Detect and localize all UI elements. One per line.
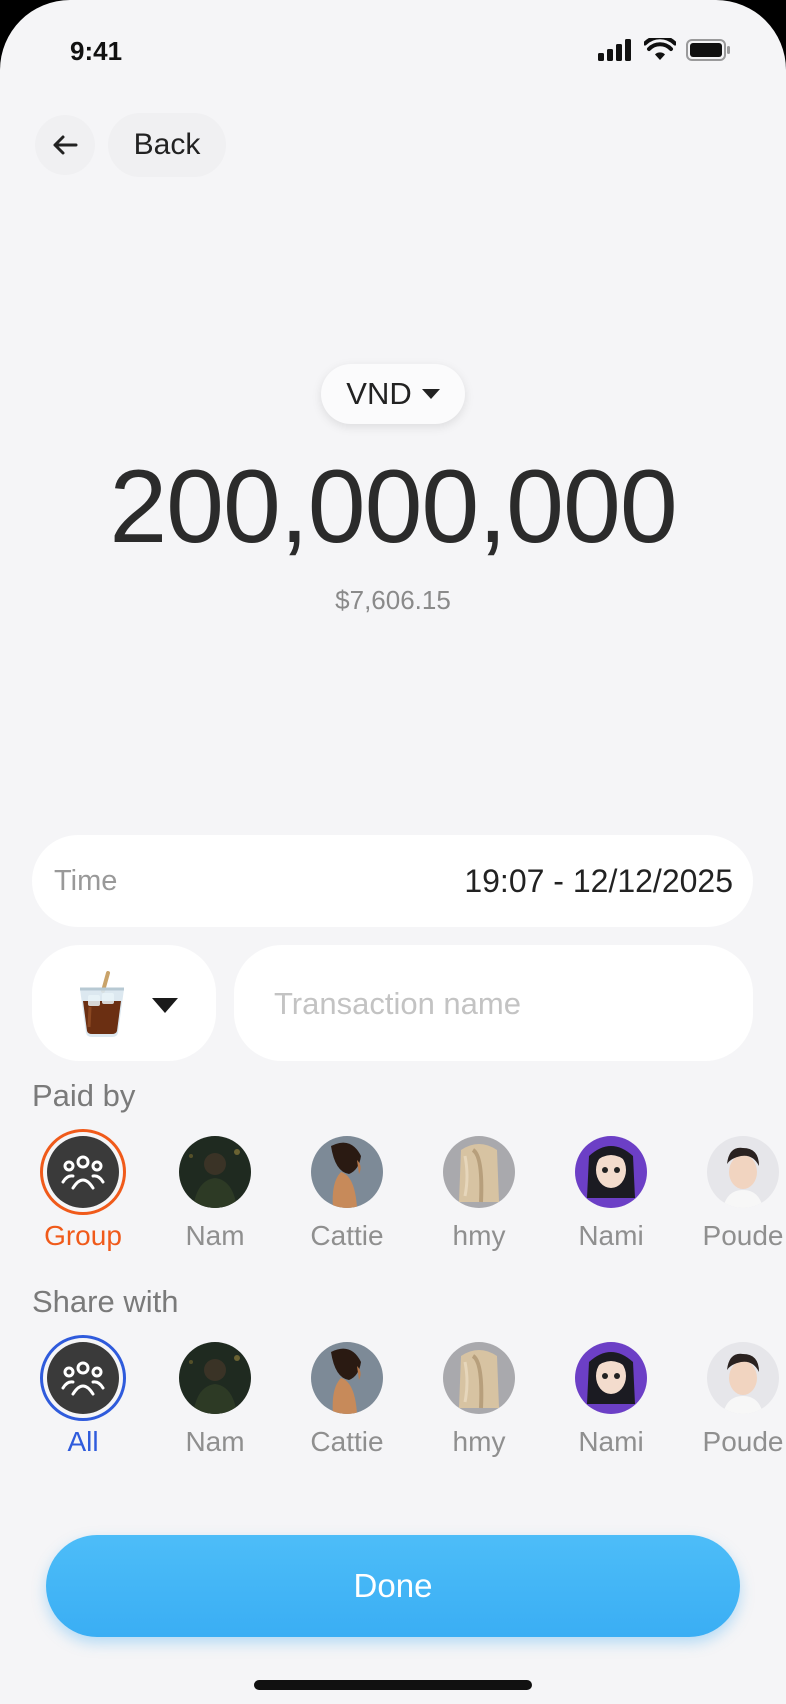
- status-time: 9:41: [70, 36, 123, 66]
- group-avatar: [40, 1129, 126, 1215]
- done-button[interactable]: Done: [46, 1535, 740, 1637]
- payer-name: Nami: [578, 1220, 644, 1251]
- amount-display[interactable]: 200,000,000: [0, 448, 786, 567]
- payer-name: Group: [44, 1220, 122, 1251]
- app-screen: 9:41 Back VND 200,000,000 $7,606.15 Time…: [0, 0, 786, 1704]
- payer-name: Poude: [702, 1220, 784, 1251]
- avatar: [707, 1136, 779, 1208]
- time-value: 19:07 - 12/12/2025: [464, 863, 733, 899]
- share-with-list: All Nam Cattie hmy Nami Poude: [0, 1335, 786, 1472]
- share-name: Nami: [578, 1426, 644, 1457]
- group-people-icon: [61, 1155, 105, 1190]
- share-name: hmy: [452, 1426, 506, 1457]
- status-bar: 9:41: [0, 0, 786, 100]
- share-name: Poude: [702, 1426, 784, 1457]
- time-label: Time: [54, 865, 118, 897]
- cellular-signal-icon: [598, 39, 631, 61]
- home-indicator: [254, 1680, 532, 1690]
- back-button-label: Back: [133, 128, 201, 161]
- converted-amount: $7,606.15: [335, 585, 451, 615]
- paid-by-label: Paid by: [32, 1078, 136, 1113]
- group-avatar: [40, 1335, 126, 1421]
- payer-name: hmy: [452, 1220, 506, 1251]
- done-button-label: Done: [353, 1567, 433, 1604]
- share-name: Nam: [185, 1426, 245, 1457]
- avatar: [179, 1136, 251, 1208]
- share-name: All: [67, 1426, 99, 1457]
- wifi-icon: [644, 38, 676, 60]
- share-with-label: Share with: [32, 1284, 179, 1319]
- transaction-name-input[interactable]: [272, 979, 716, 1029]
- arrow-left-icon: [53, 135, 78, 155]
- back-arrow-button[interactable]: [36, 116, 94, 174]
- avatar: [575, 1342, 647, 1414]
- paid-by-list: Group Nam Cattie hmy Nami Poude: [0, 1129, 786, 1266]
- category-selector[interactable]: [32, 945, 216, 1061]
- group-people-icon: [61, 1361, 105, 1396]
- avatar: [443, 1342, 515, 1414]
- share-name: Cattie: [310, 1426, 384, 1457]
- avatar: [311, 1136, 383, 1208]
- caret-down-icon: [421, 389, 440, 399]
- status-icons: [598, 38, 732, 62]
- back-button[interactable]: Back: [108, 113, 226, 177]
- iced-coffee-icon: [80, 971, 124, 1037]
- time-field[interactable]: Time 19:07 - 12/12/2025: [32, 835, 753, 927]
- currency-selector[interactable]: VND: [321, 364, 465, 424]
- payer-name: Cattie: [310, 1220, 384, 1251]
- avatar: [443, 1136, 515, 1208]
- avatar: [707, 1342, 779, 1414]
- payer-name: Nam: [185, 1220, 245, 1251]
- avatar: [179, 1342, 251, 1414]
- transaction-name-field[interactable]: [234, 945, 753, 1061]
- caret-down-icon: [152, 998, 178, 1013]
- avatar: [311, 1342, 383, 1414]
- avatar: [575, 1136, 647, 1208]
- currency-code: VND: [346, 376, 412, 411]
- battery-icon: [686, 39, 730, 61]
